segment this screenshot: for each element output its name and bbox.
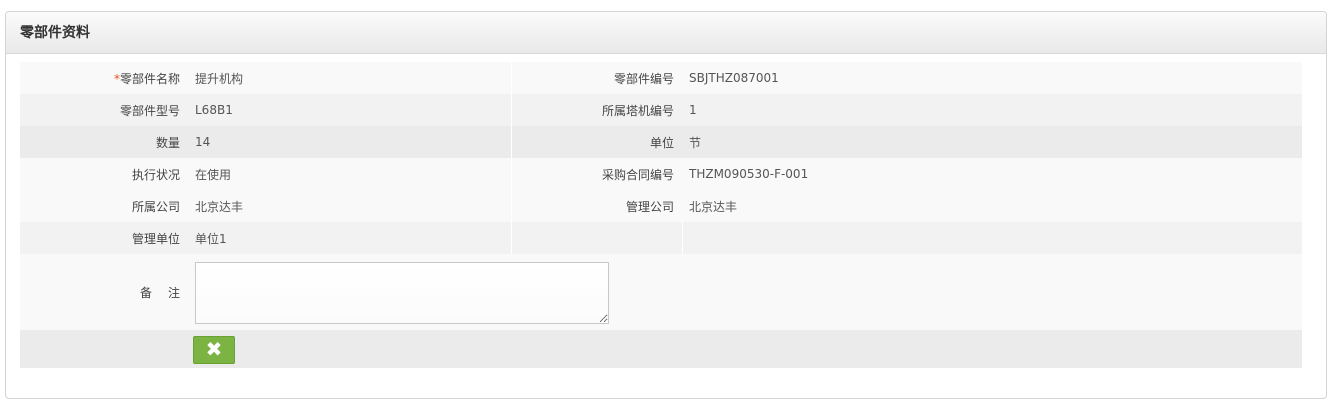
status-label: 执行状况 (20, 158, 188, 190)
part-number-label: 零部件编号 (511, 62, 682, 94)
form-row: 管理单位 单位1 (20, 222, 1302, 254)
management-company-label: 管理公司 (511, 190, 682, 222)
contract-number-label: 采购合同编号 (511, 158, 682, 190)
remark-row: 备注 (20, 254, 1302, 330)
action-row-spacer (20, 330, 188, 368)
empty-value (682, 222, 1302, 254)
remark-textarea[interactable] (195, 261, 609, 324)
form-row: 数量 14 单位 节 (20, 126, 1302, 158)
empty-label (511, 222, 683, 254)
action-cell: ✖ (188, 330, 1302, 368)
close-icon: ✖ (205, 337, 223, 361)
unit-label: 单位 (511, 126, 682, 158)
action-row: ✖ (20, 330, 1302, 368)
form-row: 零部件型号 L68B1 所属塔机编号 1 (20, 94, 1302, 126)
tower-crane-number-value: 1 (682, 94, 1302, 126)
quantity-label: 数量 (20, 126, 188, 158)
form-row: 执行状况 在使用 采购合同编号 THZM090530-F-001 (20, 158, 1302, 190)
management-company-value: 北京达丰 (682, 190, 1302, 222)
remark-label: 备注 (20, 254, 188, 330)
form-row: *零部件名称 提升机构 零部件编号 SBJTHZ087001 (20, 62, 1302, 94)
company-value: 北京达丰 (188, 190, 512, 222)
tower-crane-number-label: 所属塔机编号 (511, 94, 682, 126)
part-name-value: 提升机构 (188, 62, 512, 94)
top-strip (0, 0, 1334, 8)
panel-title: 零部件资料 (6, 12, 1326, 54)
part-name-label: *零部件名称 (20, 62, 188, 94)
part-model-value: L68B1 (188, 94, 512, 126)
part-number-value: SBJTHZ087001 (682, 62, 1302, 94)
form-row: 所属公司 北京达丰 管理公司 北京达丰 (20, 190, 1302, 222)
close-button[interactable]: ✖ (193, 336, 235, 364)
remark-cell (188, 254, 1302, 330)
unit-value: 节 (682, 126, 1302, 158)
part-info-form: *零部件名称 提升机构 零部件编号 SBJTHZ087001 零部件型号 L68… (20, 62, 1302, 368)
status-value: 在使用 (188, 158, 512, 190)
management-unit-label: 管理单位 (20, 222, 188, 254)
management-unit-value: 单位1 (188, 222, 512, 254)
part-model-label: 零部件型号 (20, 94, 188, 126)
contract-number-value: THZM090530-F-001 (682, 158, 1302, 190)
company-label: 所属公司 (20, 190, 188, 222)
quantity-value: 14 (188, 126, 512, 158)
